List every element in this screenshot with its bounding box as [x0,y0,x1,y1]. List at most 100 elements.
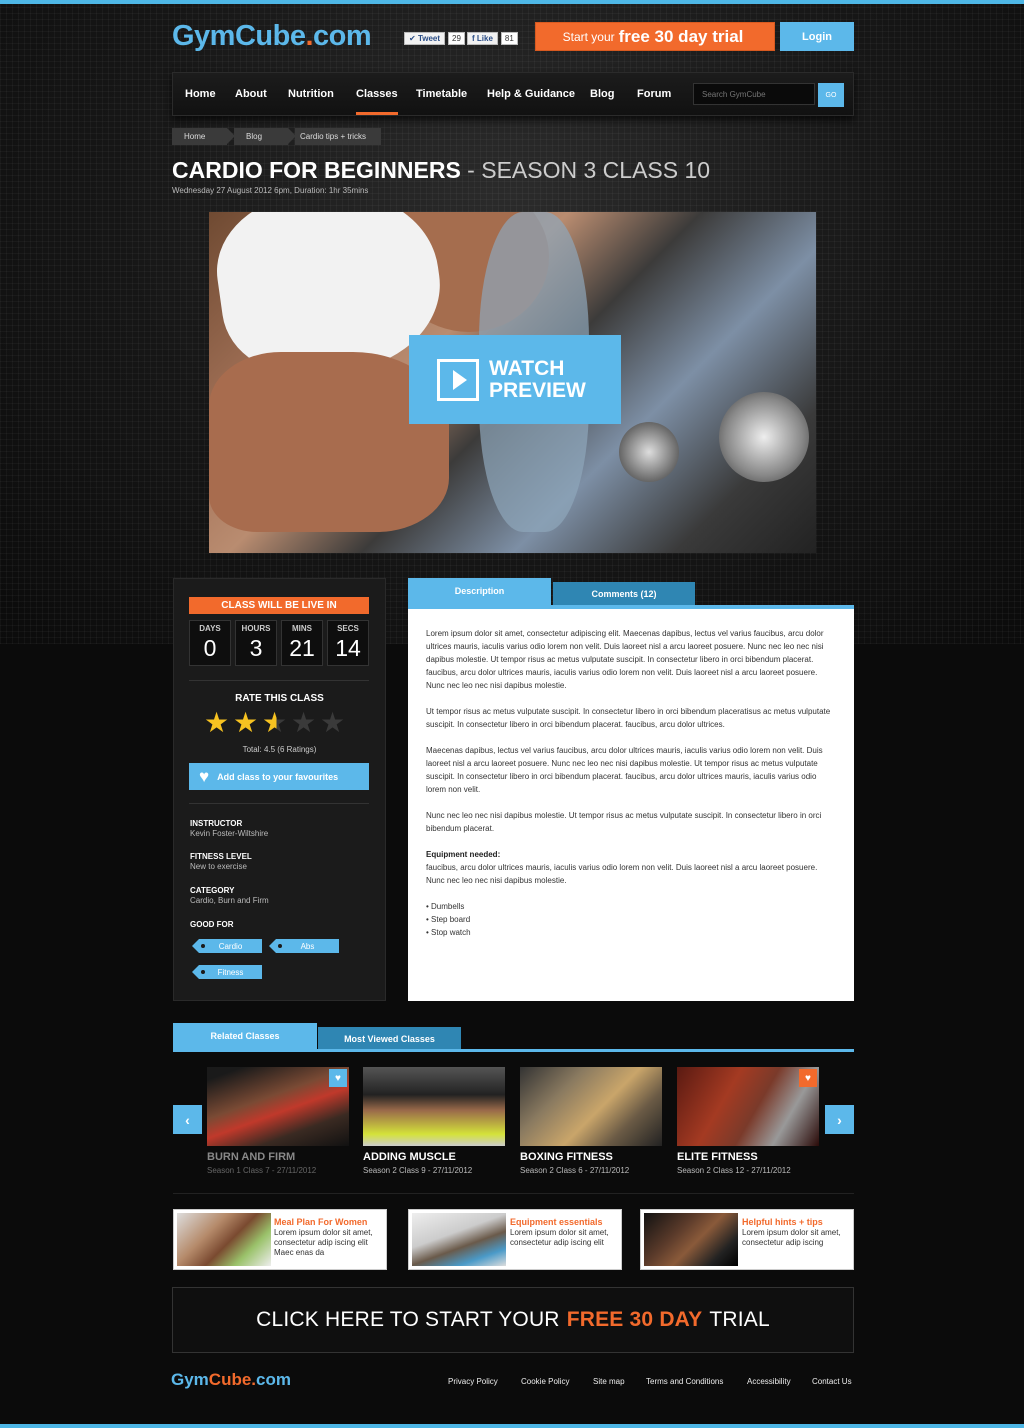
chevron-left-icon: ‹ [185,1111,190,1128]
related-thumb-burn-and-firm[interactable]: ♥ [207,1067,349,1146]
nav-blog[interactable]: Blog [590,73,614,115]
add-favourite-button[interactable]: ♥ Add class to your favourites [189,763,369,790]
instructor-info: INSTRUCTOR Kevin Foster-Wiltshire [190,819,268,838]
related-subtitle: Season 1 Class 7 - 27/11/2012 [207,1166,317,1175]
countdown-label: SECS [337,624,359,633]
countdown-secs: SECS 14 [327,620,369,666]
category-label: CATEGORY [190,886,235,895]
promo-body: Lorem ipsum dolor sit amet, consectetur … [742,1228,841,1247]
watch-preview-button[interactable]: WATCH PREVIEW [409,335,621,424]
promo-card-hints[interactable]: Helpful hints + tips Lorem ipsum dolor s… [640,1209,854,1270]
instructor-label: INSTRUCTOR [190,819,243,828]
nav-classes[interactable]: Classes [356,73,398,115]
tab-most-viewed[interactable]: Most Viewed Classes [318,1027,461,1051]
heart-icon[interactable]: ♥ [799,1069,817,1087]
equipment-item: • Dumbells [426,902,465,911]
star-icon[interactable]: ★ [291,708,320,737]
footer-logo[interactable]: GymCube.com [171,1370,291,1390]
nav-home[interactable]: Home [185,73,216,115]
like-button[interactable]: f Like [467,31,498,45]
related-thumb-elite-fitness[interactable]: ♥ [677,1067,819,1146]
tweet-button[interactable]: ✔ Tweet [404,31,446,45]
trial-pre-text: Start your [562,29,615,44]
like-widget[interactable]: f Like 81 [467,31,518,45]
promo-card-meal-plan[interactable]: Meal Plan For Women Lorem ipsum dolor si… [173,1209,387,1270]
login-button[interactable]: Login [780,22,854,51]
trial-bold-text: free 30 day trial [618,26,744,46]
equipment-item: • Step board [426,915,471,924]
promo-title[interactable]: Meal Plan For Women [274,1217,367,1227]
promo-image [412,1213,506,1266]
class-date: Wednesday 27 August 2012 6pm, Duration: … [172,186,369,195]
equipment-text: faucibus, arcu dolor ultrices mauris, ia… [426,863,818,885]
tag-label: Abs [300,941,315,951]
footer-site-map[interactable]: Site map [593,1377,625,1386]
heart-plus-icon[interactable]: ♥ [329,1069,347,1087]
tab-description[interactable]: Description [408,578,551,606]
star-icon[interactable]: ★ [204,708,233,737]
star-icon[interactable]: ★ [262,708,291,737]
related-title[interactable]: ADDING MUSCLE [363,1151,456,1163]
free-trial-cta-banner[interactable]: CLICK HERE TO START YOUR FREE 30 DAY TRIAL [172,1287,854,1353]
tab-related-classes[interactable]: Related Classes [173,1023,317,1051]
level-info: FITNESS LEVEL New to exercise [190,852,252,871]
nav-timetable[interactable]: Timetable [416,73,467,115]
description-panel: Lorem ipsum dolor sit amet, consectetur … [408,609,854,1001]
related-title[interactable]: ELITE FITNESS [677,1151,758,1163]
search-input[interactable] [693,83,815,105]
description-paragraph: Nunc nec leo nec nisi dapibus molestie. … [426,811,822,833]
tag-cardio[interactable]: Cardio [192,939,262,953]
footer-contact-us[interactable]: Contact Us [812,1377,852,1386]
site-logo[interactable]: GymCube.com [172,20,372,53]
level-label: FITNESS LEVEL [190,852,252,861]
tweet-widget[interactable]: ✔ Tweet 29 [404,31,465,45]
breadcrumb-current[interactable]: Cardio tips + tricks [295,128,381,145]
tweet-count: 29 [448,31,465,45]
tag-fitness[interactable]: Fitness [192,965,262,979]
nav-forum[interactable]: Forum [637,73,671,115]
promo-title[interactable]: Helpful hints + tips [742,1217,823,1227]
countdown-value: 0 [203,635,217,661]
divider [189,803,369,804]
related-thumb-adding-muscle[interactable] [363,1067,505,1146]
related-subtitle: Season 2 Class 6 - 27/11/2012 [520,1166,630,1175]
related-thumb-boxing-fitness[interactable] [520,1067,662,1146]
footer-cookie-policy[interactable]: Cookie Policy [521,1377,569,1386]
footer-privacy-policy[interactable]: Privacy Policy [448,1377,498,1386]
nav-nutrition[interactable]: Nutrition [288,73,334,115]
footer-accessibility[interactable]: Accessibility [747,1377,791,1386]
description-paragraph: Lorem ipsum dolor sit amet, consectetur … [426,629,824,690]
preview-video[interactable]: WATCH PREVIEW [209,212,816,553]
tab-comments[interactable]: Comments (12) [553,582,695,606]
countdown-label: DAYS [199,624,221,633]
equipment-label: Equipment needed: [426,850,501,859]
bottom-accent-line [0,1424,1024,1428]
footer-terms[interactable]: Terms and Conditions [646,1377,723,1386]
promo-title[interactable]: Equipment essentials [510,1217,603,1227]
related-title[interactable]: BOXING FITNESS [520,1151,613,1163]
search-go-button[interactable]: GO [818,83,844,107]
tag-label: Cardio [218,941,243,951]
promo-card-equipment[interactable]: Equipment essentials Lorem ipsum dolor s… [408,1209,622,1270]
breadcrumb-home[interactable]: Home [172,128,235,145]
nav-about[interactable]: About [235,73,267,115]
nav-help-guidance[interactable]: Help & Guidance [487,73,575,115]
countdown-hours: HOURS 3 [235,620,277,666]
carousel-next-button[interactable]: › [825,1105,854,1134]
countdown-value: 14 [335,635,361,661]
carousel-prev-button[interactable]: ‹ [173,1105,202,1134]
tag-abs[interactable]: Abs [269,939,339,953]
watch-preview-label: WATCH PREVIEW [489,357,586,402]
countdown-label: MINS [292,624,312,633]
logo-com: com [313,20,372,52]
countdown-mins: MINS 21 [281,620,323,666]
title-main: CARDIO FOR BEGINNERS [172,157,461,183]
star-icon[interactable]: ★ [320,708,349,737]
related-title[interactable]: BURN AND FIRM [207,1151,295,1163]
breadcrumb-blog[interactable]: Blog [234,128,296,145]
page-title: CARDIO FOR BEGINNERS - SEASON 3 CLASS 10 [172,157,710,184]
star-rating[interactable]: ★ ★ ★ ★ ★ [204,708,349,737]
star-icon[interactable]: ★ [233,708,262,737]
description-paragraph: Maecenas dapibus, lectus vel varius fauc… [426,746,823,794]
free-trial-button[interactable]: Start your free 30 day trial [535,22,775,51]
